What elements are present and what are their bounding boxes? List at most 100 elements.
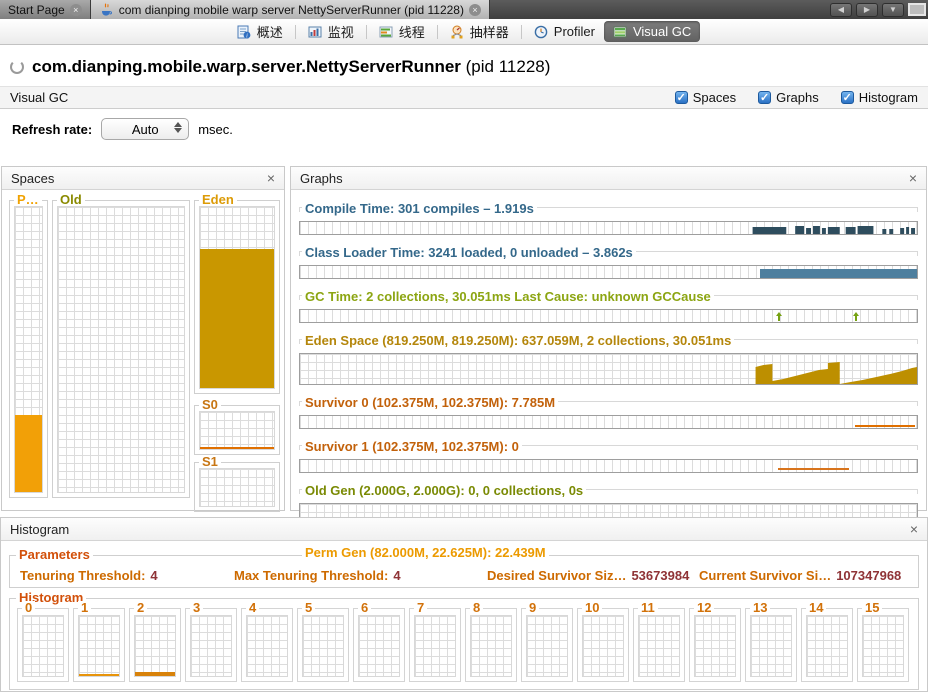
tenuring-bucket-grid	[78, 615, 120, 677]
eden-space-fill	[200, 248, 274, 388]
current-survivor-size-label: Current Survivor Si…	[699, 568, 832, 583]
tenuring-bucket: 13	[745, 601, 797, 682]
checkbox-checked-icon[interactable]: ✓	[758, 91, 772, 104]
tab-overview[interactable]: i 概述	[228, 21, 292, 42]
survivor0-space-box: S0	[194, 398, 280, 455]
eden-graph: Eden Space (819.250M, 819.250M): 637.059…	[299, 332, 918, 385]
perm-gen-graph-label: Perm Gen (82.000M, 22.625M): 22.439M	[302, 545, 549, 560]
close-icon[interactable]: ×	[267, 171, 275, 185]
tab-sampler[interactable]: 抽样器	[441, 21, 518, 42]
tenuring-bucket-label: 15	[862, 601, 883, 615]
perm-space-label: P…	[14, 193, 42, 207]
checkbox-checked-icon[interactable]: ✓	[840, 91, 854, 104]
tab-visual-gc[interactable]: Visual GC	[603, 21, 701, 42]
tenuring-bucket-label: 3	[190, 601, 204, 615]
survivor0-space-fill	[200, 447, 274, 449]
monitor-icon	[308, 25, 323, 39]
tenuring-bucket-grid	[302, 615, 344, 677]
document-tab-bar: Start Page × com dianping mobile warp se…	[0, 0, 928, 19]
spaces-panel: Spaces × P… Old Eden S0 S1	[1, 166, 285, 512]
compile-time-label: Compile Time: 301 compiles – 1.919s	[302, 201, 537, 216]
tab-start-page[interactable]: Start Page ×	[0, 0, 91, 19]
eden-space-grid	[199, 206, 275, 389]
tab-list-dropdown-button[interactable]: ▼	[882, 2, 904, 17]
eden-graph-label: Eden Space (819.250M, 819.250M): 637.059…	[302, 333, 735, 348]
tenuring-bucket-grid	[806, 615, 848, 677]
compile-time-bars	[752, 226, 916, 234]
histogram-panel-body: Parameters Tenuring Threshold: 4 Max Tenu…	[1, 541, 927, 691]
visual-gc-section-bar: Visual GC ✓ Spaces ✓ Graphs ✓ Histogram	[0, 86, 928, 109]
close-icon[interactable]: ×	[909, 171, 917, 185]
survivor0-graph-label: Survivor 0 (102.375M, 102.375M): 7.785M	[302, 395, 559, 410]
tab-application[interactable]: com dianping mobile warp server NettySer…	[90, 0, 490, 19]
overview-icon: i	[237, 25, 252, 39]
close-icon[interactable]: ×	[69, 3, 82, 16]
compile-time-graph: Compile Time: 301 compiles – 1.919s	[299, 200, 918, 235]
section-title: Visual GC	[10, 90, 69, 105]
survivor0-line	[854, 425, 916, 427]
tenuring-bucket: 14	[801, 601, 853, 682]
max-tenuring-threshold: Max Tenuring Threshold: 4	[234, 568, 401, 583]
nav-back-button[interactable]: ◀	[830, 2, 852, 17]
tab-monitor[interactable]: 监视	[299, 21, 363, 42]
tenuring-bucket-grid	[694, 615, 736, 677]
max-tenuring-threshold-label: Max Tenuring Threshold:	[234, 568, 389, 583]
tab-profiler[interactable]: Profiler	[525, 21, 604, 42]
graphs-panel-header: Graphs ×	[291, 167, 926, 190]
spaces-panel-header: Spaces ×	[2, 167, 284, 190]
histogram-panel: Histogram × Parameters Tenuring Threshol…	[0, 517, 928, 692]
tenuring-bucket: 10	[577, 601, 629, 682]
checkbox-checked-icon[interactable]: ✓	[674, 91, 688, 104]
spinner-icon	[10, 60, 24, 74]
close-icon[interactable]: ×	[910, 522, 918, 536]
toolbar-separator	[365, 24, 367, 39]
gc-tick	[853, 312, 860, 321]
perm-space-fill	[15, 415, 42, 492]
tenuring-bucket-grid	[358, 615, 400, 677]
tenuring-bucket-grid	[22, 615, 64, 677]
tenuring-bucket-grid	[582, 615, 624, 677]
view-checkbox-group: ✓ Spaces ✓ Graphs ✓ Histogram	[674, 90, 918, 105]
old-space-grid	[57, 206, 185, 493]
tenuring-bucket-label: 11	[638, 601, 658, 615]
tab-threads[interactable]: 线程	[370, 21, 434, 42]
sampler-icon	[450, 25, 465, 39]
tenuring-bucket: 9	[521, 601, 573, 682]
checkbox-graphs[interactable]: ✓ Graphs	[758, 90, 819, 105]
tenuring-bucket: 2	[129, 601, 181, 682]
current-survivor-size: Current Survivor Si… 107347968	[699, 568, 901, 583]
tenuring-bucket: 6	[353, 601, 405, 682]
close-icon[interactable]: ×	[468, 3, 481, 16]
tab-start-page-label: Start Page	[8, 2, 65, 17]
parameters-row: Tenuring Threshold: 4 Max Tenuring Thresh…	[10, 568, 918, 584]
gc-time-strip	[299, 309, 918, 323]
checkbox-histogram[interactable]: ✓ Histogram	[840, 90, 918, 105]
refresh-rate-row: Refresh rate: Auto msec.	[12, 118, 233, 140]
toolbar-separator	[294, 24, 296, 39]
eden-sawtooth	[755, 362, 917, 384]
threads-icon	[379, 25, 394, 39]
refresh-rate-label: Refresh rate:	[12, 121, 93, 137]
tab-sampler-label: 抽样器	[469, 25, 509, 40]
tenuring-bucket-label: 7	[414, 601, 428, 615]
old-space-box: Old	[52, 193, 190, 498]
tab-overview-label: 概述	[256, 25, 283, 40]
toolbar-separator	[436, 24, 438, 39]
nav-forward-button[interactable]: ▶	[856, 2, 878, 17]
checkbox-spaces-label: Spaces	[692, 90, 737, 105]
eden-space-label: Eden	[199, 193, 237, 207]
parameters-legend: Parameters	[16, 548, 93, 562]
old-space-label: Old	[57, 193, 85, 207]
refresh-rate-value: Auto	[131, 121, 159, 137]
gc-time-graph: GC Time: 2 collections, 30.051ms Last Ca…	[299, 288, 918, 323]
survivor0-strip	[299, 415, 918, 429]
tenuring-bucket-grid	[750, 615, 792, 677]
checkbox-spaces[interactable]: ✓ Spaces	[674, 90, 737, 105]
tenuring-bucket: 11	[633, 601, 685, 682]
refresh-rate-select[interactable]: Auto	[101, 118, 190, 140]
gc-time-label: GC Time: 2 collections, 30.051ms Last Ca…	[302, 289, 714, 304]
application-title-row: com.dianping.mobile.warp.server.NettySer…	[10, 57, 550, 77]
refresh-rate-unit: msec.	[198, 121, 233, 137]
survivor1-space-label: S1	[199, 455, 221, 469]
graphs-panel-title: Graphs	[300, 170, 343, 186]
